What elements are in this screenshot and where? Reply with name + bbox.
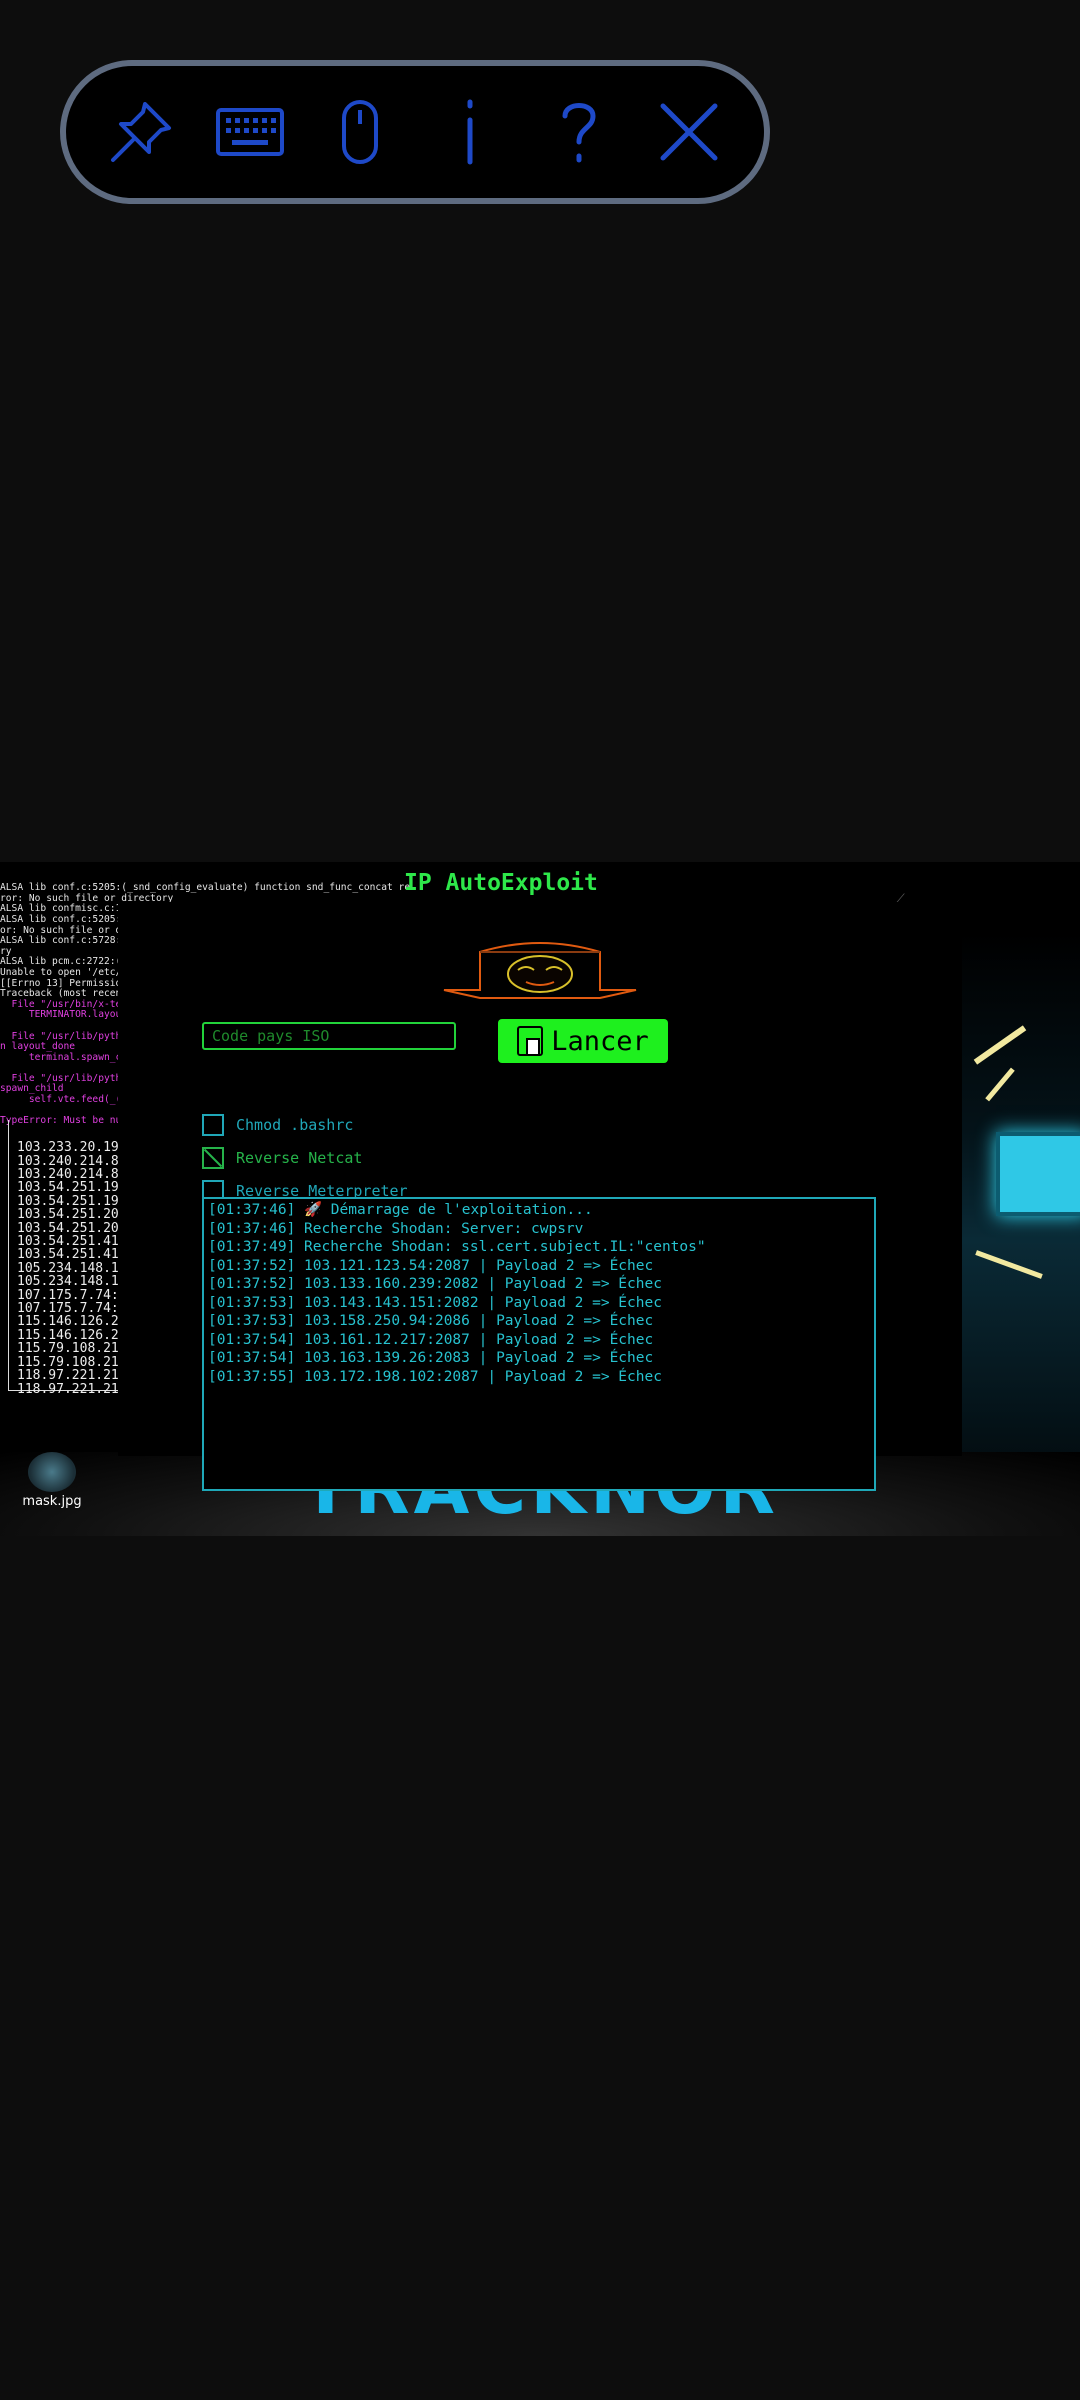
help-icon xyxy=(562,103,596,163)
chmod-bashrc-checkbox[interactable] xyxy=(202,1114,224,1136)
mask-logo-icon xyxy=(443,942,637,999)
remote-desktop[interactable]: ALSA lib conf.c:5205:(_snd_config_evalua… xyxy=(0,862,1080,1536)
background-artwork xyxy=(960,932,1080,1492)
pin-button[interactable] xyxy=(96,87,186,177)
desktop-file-label: mask.jpg xyxy=(22,1494,82,1509)
option-chmod-bashrc[interactable]: Chmod .bashrc xyxy=(202,1112,353,1138)
pin-icon xyxy=(110,102,171,162)
info-button[interactable] xyxy=(425,87,515,177)
image-file-icon xyxy=(28,1452,76,1492)
desktop-file-icon[interactable]: mask.jpg xyxy=(22,1452,82,1509)
monitor-artwork xyxy=(996,1132,1080,1216)
log-line: [01:37:55] 103.172.198.102:2087 | Payloa… xyxy=(208,1368,662,1385)
log-line: [01:37:46] 🚀 Démarrage de l'exploitation… xyxy=(208,1202,593,1218)
floating-toolbar xyxy=(60,60,770,204)
keyboard-icon xyxy=(216,108,285,156)
info-icon xyxy=(467,99,473,165)
log-line: [01:37:53] 103.143.143.151:2082 | Payloa… xyxy=(208,1294,662,1311)
help-button[interactable] xyxy=(534,87,624,177)
keyboard-button[interactable] xyxy=(205,87,295,177)
launch-button[interactable]: Lancer xyxy=(498,1019,668,1063)
reverse-netcat-checkbox[interactable] xyxy=(202,1147,224,1169)
launch-button-label: Lancer xyxy=(551,1025,649,1057)
file-icon xyxy=(517,1026,544,1056)
log-line: [01:37:46] Recherche Shodan: Server: cwp… xyxy=(208,1220,584,1237)
option-reverse-netcat[interactable]: Reverse Netcat xyxy=(202,1145,362,1171)
iso-country-code-input[interactable] xyxy=(202,1022,456,1050)
log-line: [01:37:53] 103.158.250.94:2086 | Payload… xyxy=(208,1313,654,1329)
log-line: [01:37:54] 103.161.12.217:2087 | Payload… xyxy=(208,1331,654,1348)
mouse-button[interactable] xyxy=(315,87,405,177)
autoexploit-window: Lancer Chmod .bashrc Reverse Netcat Reve… xyxy=(118,902,962,1491)
chmod-bashrc-label: Chmod .bashrc xyxy=(236,1116,354,1134)
log-line: [01:37:52] 103.133.160.239:2082 | Payloa… xyxy=(208,1276,662,1292)
close-icon xyxy=(660,103,718,161)
reverse-netcat-label: Reverse Netcat xyxy=(236,1149,363,1167)
log-line: [01:37:54] 103.163.139.26:2083 | Payload… xyxy=(208,1350,654,1366)
app-window-title: IP AutoExploit xyxy=(404,870,598,896)
close-button[interactable] xyxy=(644,87,734,177)
log-line: [01:37:49] Recherche Shodan: ssl.cert.su… xyxy=(208,1239,706,1255)
exploit-log-output[interactable]: [01:37:46] 🚀 Démarrage de l'exploitation… xyxy=(202,1197,876,1491)
mouse-icon xyxy=(342,100,379,164)
log-line: [01:37:52] 103.121.123.54:2087 | Payload… xyxy=(208,1257,654,1274)
